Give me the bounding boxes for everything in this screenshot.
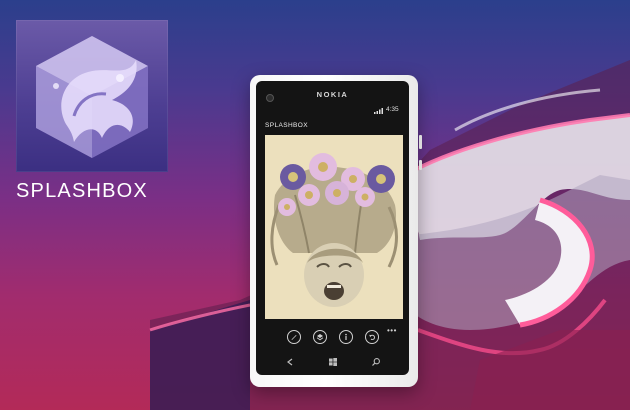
- status-time: 4:35: [386, 106, 399, 113]
- layers-button[interactable]: [313, 330, 327, 344]
- edited-photo: [265, 135, 403, 319]
- photo-image: [265, 135, 403, 319]
- undo-icon: [369, 334, 375, 340]
- signal-icon: [374, 108, 383, 114]
- info-icon: [345, 333, 347, 340]
- undo-button[interactable]: [365, 330, 379, 344]
- screen-title: SPLASHBOX: [265, 122, 308, 129]
- more-dots-icon[interactable]: •••: [387, 326, 397, 335]
- edit-button[interactable]: [287, 330, 301, 344]
- info-button[interactable]: [339, 330, 353, 344]
- phone-screen: NOKIA 4:35 SPLASHBOX •••: [256, 81, 409, 375]
- volume-button: [419, 135, 422, 149]
- search-icon[interactable]: [371, 357, 381, 367]
- app-logo-tile: [16, 20, 168, 172]
- edit-icon: [291, 335, 297, 340]
- app-bar: •••: [256, 322, 409, 352]
- splash-cube-icon: [36, 36, 148, 158]
- app-name: SPLASHBOX: [16, 180, 148, 202]
- promo-banner: SPLASHBOX NOKIA 4:35 SPLASHBOX •••: [0, 0, 630, 410]
- power-button: [419, 160, 422, 170]
- phone-device: NOKIA 4:35 SPLASHBOX •••: [250, 75, 422, 387]
- windows-start-icon[interactable]: [328, 357, 338, 367]
- phone-brand: NOKIA: [316, 90, 349, 99]
- back-icon[interactable]: [285, 357, 295, 367]
- layers-icon: [316, 334, 324, 341]
